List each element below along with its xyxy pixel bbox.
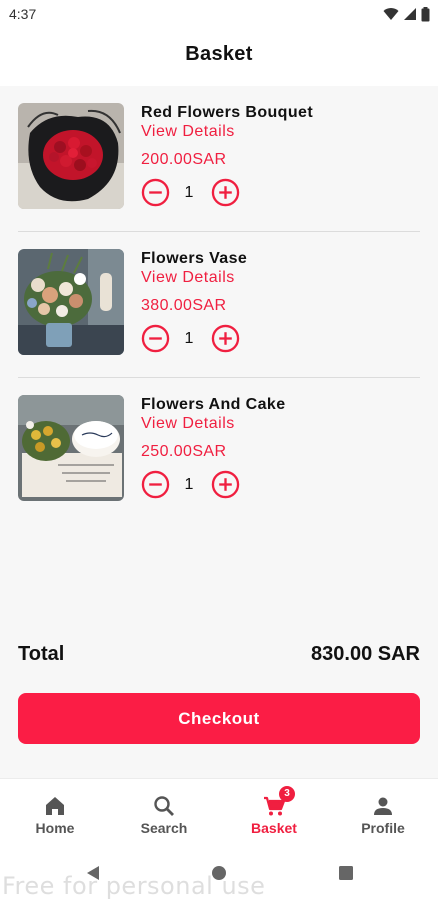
page-title: Basket: [185, 43, 253, 65]
total-value: 830.00 SAR: [311, 643, 420, 665]
search-icon: [154, 796, 174, 816]
total-label: Total: [18, 643, 65, 665]
basket-item: Flowers Vase View Details 380.00SAR 1: [18, 249, 420, 395]
cart-count-badge: 3: [279, 786, 295, 802]
item-name: Red Flowers Bouquet: [141, 104, 314, 121]
quantity-value: 1: [184, 476, 194, 493]
nav-item-profile[interactable]: Profile: [328, 779, 438, 847]
person-icon: [374, 797, 392, 815]
item-divider: [18, 231, 420, 232]
app-header: Basket: [0, 28, 438, 86]
watermark-text: Free for personal use: [2, 872, 266, 900]
wifi-icon: [383, 8, 399, 20]
home-icon: [46, 797, 64, 815]
status-time: 4:37: [9, 6, 37, 22]
item-price: 200.00SAR: [141, 151, 227, 168]
status-icons: [383, 6, 430, 22]
minus-circle-icon[interactable]: [141, 178, 170, 207]
battery-icon: [421, 6, 430, 21]
plus-circle-icon[interactable]: [211, 470, 240, 499]
item-name: Flowers Vase: [141, 250, 248, 267]
recents-icon[interactable]: [337, 864, 355, 882]
item-price: 380.00SAR: [141, 297, 227, 314]
item-name: Flowers And Cake: [141, 396, 286, 413]
basket-item: Red Flowers Bouquet View Details 200.00S…: [18, 103, 420, 249]
nav-label: Search: [140, 820, 188, 836]
status-bar: 4:37: [0, 0, 438, 28]
item-divider: [18, 377, 420, 378]
plus-circle-icon[interactable]: [211, 324, 240, 353]
quantity-stepper: 1: [141, 324, 251, 354]
view-details-link[interactable]: View Details: [141, 123, 235, 141]
view-details-link[interactable]: View Details: [141, 415, 235, 433]
quantity-value: 1: [184, 330, 194, 347]
quantity-stepper: 1: [141, 178, 251, 208]
nav-label: Basket: [251, 820, 297, 836]
view-details-link[interactable]: View Details: [141, 269, 235, 287]
nav-item-home[interactable]: Home: [0, 779, 110, 847]
item-price: 250.00SAR: [141, 443, 227, 460]
nav-label: Profile: [361, 820, 405, 836]
plus-circle-icon[interactable]: [211, 178, 240, 207]
quantity-stepper: 1: [141, 470, 251, 500]
product-image-red-roses-bouquet[interactable]: [18, 103, 124, 209]
quantity-value: 1: [184, 184, 194, 201]
nav-item-search[interactable]: Search: [109, 779, 219, 847]
nav-label: Home: [35, 820, 75, 836]
signal-icon: [404, 8, 416, 20]
nav-item-basket[interactable]: 3 Basket: [219, 779, 329, 847]
bottom-nav: Home Search 3 Basket Profile: [0, 778, 438, 846]
basket-item: Flowers And Cake View Details 250.00SAR …: [18, 395, 420, 541]
minus-circle-icon[interactable]: [141, 470, 170, 499]
product-image-flowers-and-cake[interactable]: [18, 395, 124, 501]
product-image-flowers-vase[interactable]: [18, 249, 124, 355]
minus-circle-icon[interactable]: [141, 324, 170, 353]
checkout-button[interactable]: Checkout: [18, 693, 420, 744]
